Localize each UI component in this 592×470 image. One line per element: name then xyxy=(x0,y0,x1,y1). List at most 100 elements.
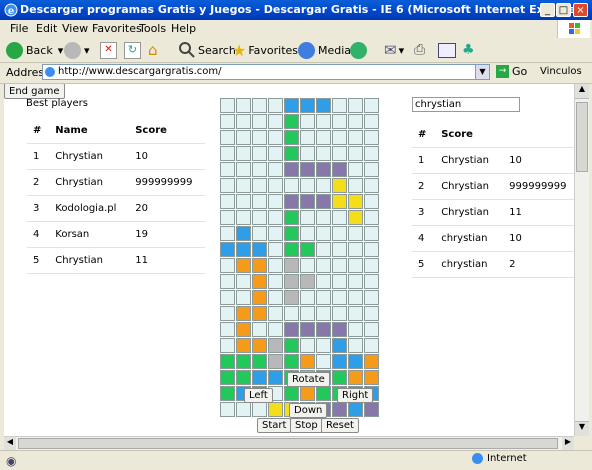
board-cell xyxy=(268,98,283,113)
board-cell xyxy=(220,194,235,209)
board-cell xyxy=(268,178,283,193)
scroll-left-icon[interactable]: ◀ xyxy=(4,437,16,450)
print-button[interactable]: ⎙ xyxy=(414,40,425,60)
board-cell xyxy=(284,130,299,145)
messenger-button[interactable]: ♣ xyxy=(462,40,475,60)
table-cell: 10 xyxy=(503,225,574,252)
scroll-right-icon[interactable]: ▶ xyxy=(562,437,574,450)
mail-button[interactable]: ✉ ▾ xyxy=(384,40,404,60)
board-cell xyxy=(284,386,299,401)
board-cell xyxy=(220,210,235,225)
scroll-thumb[interactable] xyxy=(576,102,588,172)
menu-bar: File Edit View Favorites Tools Help xyxy=(0,20,592,39)
board-cell xyxy=(252,322,267,337)
player-name-input[interactable]: chrystian xyxy=(412,97,520,112)
board-cell xyxy=(348,274,363,289)
menu-favorites[interactable]: Favorites xyxy=(92,22,142,35)
menu-tools[interactable]: Tools xyxy=(139,22,166,35)
board-cell xyxy=(364,178,379,193)
board-cell xyxy=(332,178,347,193)
board-cell xyxy=(364,258,379,273)
horizontal-scrollbar[interactable]: ◀ ▶ xyxy=(4,436,574,450)
board-cell xyxy=(268,242,283,257)
table-row: 3 Kodologia.pl 20 xyxy=(27,195,205,222)
back-button[interactable]: Back ▾ xyxy=(6,40,63,60)
table-cell: 2 xyxy=(27,169,50,196)
menu-view[interactable]: View xyxy=(62,22,88,35)
history-icon xyxy=(350,41,367,59)
board-cell xyxy=(348,306,363,321)
board-cell xyxy=(268,130,283,145)
tetris-board xyxy=(220,98,379,417)
board-cell xyxy=(300,114,315,129)
stop-button[interactable]: Stop xyxy=(290,418,323,433)
board-cell xyxy=(252,274,267,289)
board-cell xyxy=(348,114,363,129)
home-icon: ⌂ xyxy=(148,41,158,59)
right-button[interactable]: Right xyxy=(337,388,374,403)
board-cell xyxy=(284,98,299,113)
table-cell: chrystian xyxy=(435,225,504,252)
back-arrow-icon xyxy=(6,41,23,59)
end-game-button[interactable]: End game xyxy=(4,84,65,99)
board-cell xyxy=(268,194,283,209)
table-cell: chrystian xyxy=(435,251,504,278)
board-cell xyxy=(348,226,363,241)
board-cell xyxy=(316,178,331,193)
vertical-scrollbar[interactable]: ▲ ▼ xyxy=(574,84,589,436)
links-label[interactable]: Vinculos xyxy=(540,66,582,77)
hscroll-thumb[interactable] xyxy=(18,438,558,449)
close-window-button[interactable]: × xyxy=(573,3,588,17)
favorites-button[interactable]: ★ Favorites xyxy=(232,40,298,60)
minimize-button[interactable]: _ xyxy=(540,3,555,17)
window-titlebar[interactable]: e Descargar programas Gratis y Juegos - … xyxy=(0,0,592,20)
table-row: 4 chrystian 10 xyxy=(412,225,574,252)
address-input[interactable]: http://www.descargargratis.com/ ▼ xyxy=(42,64,490,80)
menu-file[interactable]: File xyxy=(10,22,28,35)
board-cell xyxy=(236,162,251,177)
menu-help[interactable]: Help xyxy=(171,22,196,35)
board-cell xyxy=(252,194,267,209)
maximize-button[interactable]: □ xyxy=(556,3,571,17)
board-cell xyxy=(268,146,283,161)
left-button[interactable]: Left xyxy=(244,388,273,403)
board-cell xyxy=(316,162,331,177)
board-cell xyxy=(268,306,283,321)
go-button[interactable]: → Go xyxy=(496,65,527,78)
mail-icon: ✉ xyxy=(384,41,397,59)
board-cell xyxy=(332,114,347,129)
board-cell xyxy=(268,162,283,177)
board-cell xyxy=(364,194,379,209)
table-cell: 20 xyxy=(129,195,205,222)
board-cell xyxy=(220,386,235,401)
scroll-up-icon[interactable]: ▲ xyxy=(575,84,589,99)
board-cell xyxy=(284,354,299,369)
down-button[interactable]: Down xyxy=(289,403,328,418)
board-cell xyxy=(268,274,283,289)
media-button[interactable]: Media xyxy=(298,40,351,60)
reset-button[interactable]: Reset xyxy=(321,418,359,433)
start-button[interactable]: Start xyxy=(257,418,292,433)
rotate-button[interactable]: Rotate xyxy=(287,372,330,387)
history-button[interactable] xyxy=(350,40,370,60)
table-cell: 4 xyxy=(412,225,436,252)
menu-edit[interactable]: Edit xyxy=(36,22,57,35)
stop-button[interactable]: ✕ xyxy=(100,40,117,60)
board-cell xyxy=(284,242,299,257)
search-button[interactable]: Search xyxy=(178,40,236,60)
table-cell: 3 xyxy=(27,195,50,222)
address-dropdown-icon[interactable]: ▼ xyxy=(475,65,489,79)
board-cell xyxy=(348,258,363,273)
forward-button[interactable]: ▾ xyxy=(64,40,90,60)
home-button[interactable]: ⌂ xyxy=(148,40,158,60)
edit-button[interactable] xyxy=(438,40,456,60)
table-row: 2 Chrystian 999999999 xyxy=(412,173,574,200)
standard-toolbar: Back ▾ ▾ ✕ ↻ ⌂ Search ★ Favorites Media ✉… xyxy=(0,38,592,63)
table-cell: 11 xyxy=(129,247,205,274)
board-cell xyxy=(252,114,267,129)
board-cell xyxy=(236,242,251,257)
scroll-down-icon[interactable]: ▼ xyxy=(575,421,589,436)
refresh-button[interactable]: ↻ xyxy=(124,40,141,60)
board-cell xyxy=(236,274,251,289)
table-row: 4 Korsan 19 xyxy=(27,221,205,248)
